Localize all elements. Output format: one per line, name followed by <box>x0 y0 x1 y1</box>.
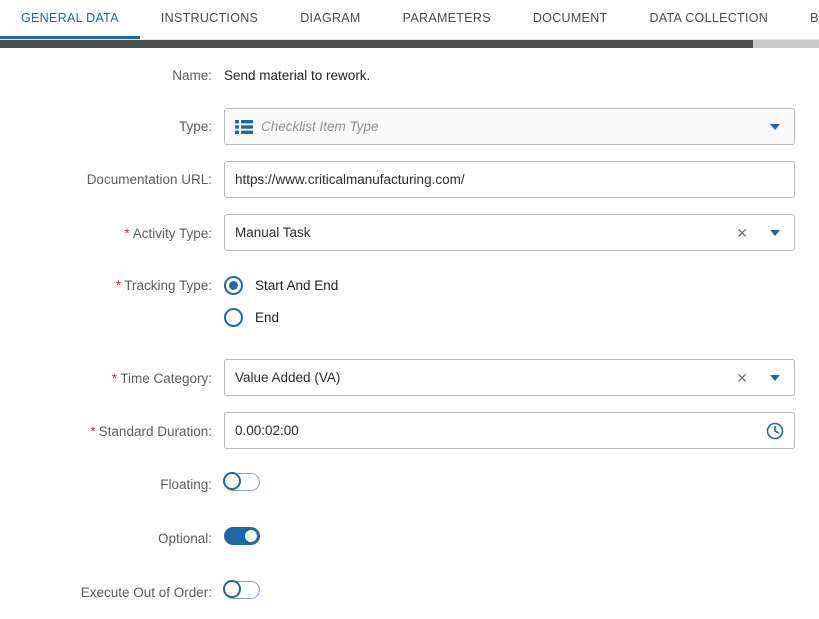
tracking-type-row: *Tracking Type: Start And End End <box>0 272 819 331</box>
tab-instructions[interactable]: INSTRUCTIONS <box>140 0 279 39</box>
documentation-url-input[interactable] <box>224 161 795 198</box>
time-category-row: *Time Category: Value Added (VA) ✕ <box>0 359 819 396</box>
activity-type-dropdown[interactable]: Manual Task ✕ <box>224 214 795 251</box>
tab-diagram[interactable]: DIAGRAM <box>279 0 381 39</box>
tab-data-collection[interactable]: DATA COLLECTION <box>628 0 789 39</box>
tracking-type-radio-group: Start And End End <box>224 272 795 331</box>
type-placeholder: Checklist Item Type <box>261 119 379 134</box>
name-row: Name: Send material to rework. <box>0 68 819 83</box>
clock-icon[interactable] <box>766 422 784 440</box>
radio-option-end[interactable]: End <box>224 308 795 327</box>
activity-type-value: Manual Task <box>235 225 311 240</box>
activity-type-label: * Activity Type: <box>0 225 212 241</box>
standard-duration-value: 0.00:02:00 <box>235 423 299 438</box>
required-asterisk: * <box>116 277 121 293</box>
tracking-type-label: *Tracking Type: <box>0 272 212 293</box>
radio-option-start-and-end[interactable]: Start And End <box>224 276 795 295</box>
radio-label: Start And End <box>255 278 338 293</box>
tab-document[interactable]: DOCUMENT <box>512 0 629 39</box>
activity-type-row: * Activity Type: Manual Task ✕ <box>0 214 819 251</box>
documentation-url-label: Documentation URL: <box>0 172 212 187</box>
name-label: Name: <box>0 68 212 83</box>
standard-duration-input[interactable]: 0.00:02:00 <box>224 412 795 449</box>
radio-label: End <box>255 310 279 325</box>
tab-bar: GENERAL DATAINSTRUCTIONSDIAGRAMPARAMETER… <box>0 0 819 40</box>
tracking-type-label-text: Tracking Type: <box>124 278 212 293</box>
execute-out-of-order-toggle[interactable] <box>224 581 260 599</box>
clear-icon[interactable]: ✕ <box>736 226 748 240</box>
type-label: Type: <box>0 119 212 134</box>
chevron-down-icon[interactable] <box>770 230 780 236</box>
required-asterisk: * <box>124 225 129 241</box>
chevron-down-icon[interactable] <box>770 124 780 130</box>
documentation-url-row: Documentation URL: <box>0 161 819 198</box>
optional-row: Optional: <box>0 527 819 550</box>
chevron-down-icon[interactable] <box>770 375 780 381</box>
activity-type-label-text: Activity Type: <box>133 226 212 241</box>
execute-out-of-order-row: Execute Out of Order: <box>0 581 819 604</box>
time-category-label-text: Time Category: <box>120 371 212 386</box>
tab-parameters[interactable]: PARAMETERS <box>382 0 512 39</box>
name-value: Send material to rework. <box>224 68 795 83</box>
radio-button[interactable] <box>224 308 243 327</box>
time-category-dropdown[interactable]: Value Added (VA) ✕ <box>224 359 795 396</box>
required-asterisk: * <box>112 370 117 386</box>
tab-general-data[interactable]: GENERAL DATA <box>0 0 140 39</box>
standard-duration-label-text: Standard Duration: <box>99 424 212 439</box>
type-row: Type: Checklist Item Type <box>0 108 819 145</box>
general-data-form: Name: Send material to rework. Type: Che… <box>0 48 819 604</box>
checklist-type-icon <box>235 119 253 135</box>
time-category-value: Value Added (VA) <box>235 370 340 385</box>
standard-duration-row: * Standard Duration: 0.00:02:00 <box>0 412 819 449</box>
horizontal-scrollbar[interactable] <box>0 40 819 48</box>
type-dropdown[interactable]: Checklist Item Type <box>224 108 795 145</box>
required-asterisk: * <box>90 423 95 439</box>
clear-icon[interactable]: ✕ <box>736 371 748 385</box>
tab-bom[interactable]: BOM <box>789 0 819 39</box>
time-category-label: *Time Category: <box>0 370 212 386</box>
execute-out-of-order-label: Execute Out of Order: <box>0 585 212 600</box>
radio-button[interactable] <box>224 276 243 295</box>
floating-row: Floating: <box>0 473 819 496</box>
floating-label: Floating: <box>0 477 212 492</box>
scrollbar-thumb[interactable] <box>0 40 753 48</box>
standard-duration-label: * Standard Duration: <box>0 423 212 439</box>
optional-toggle[interactable] <box>224 527 260 545</box>
optional-label: Optional: <box>0 531 212 546</box>
floating-toggle[interactable] <box>224 473 260 491</box>
